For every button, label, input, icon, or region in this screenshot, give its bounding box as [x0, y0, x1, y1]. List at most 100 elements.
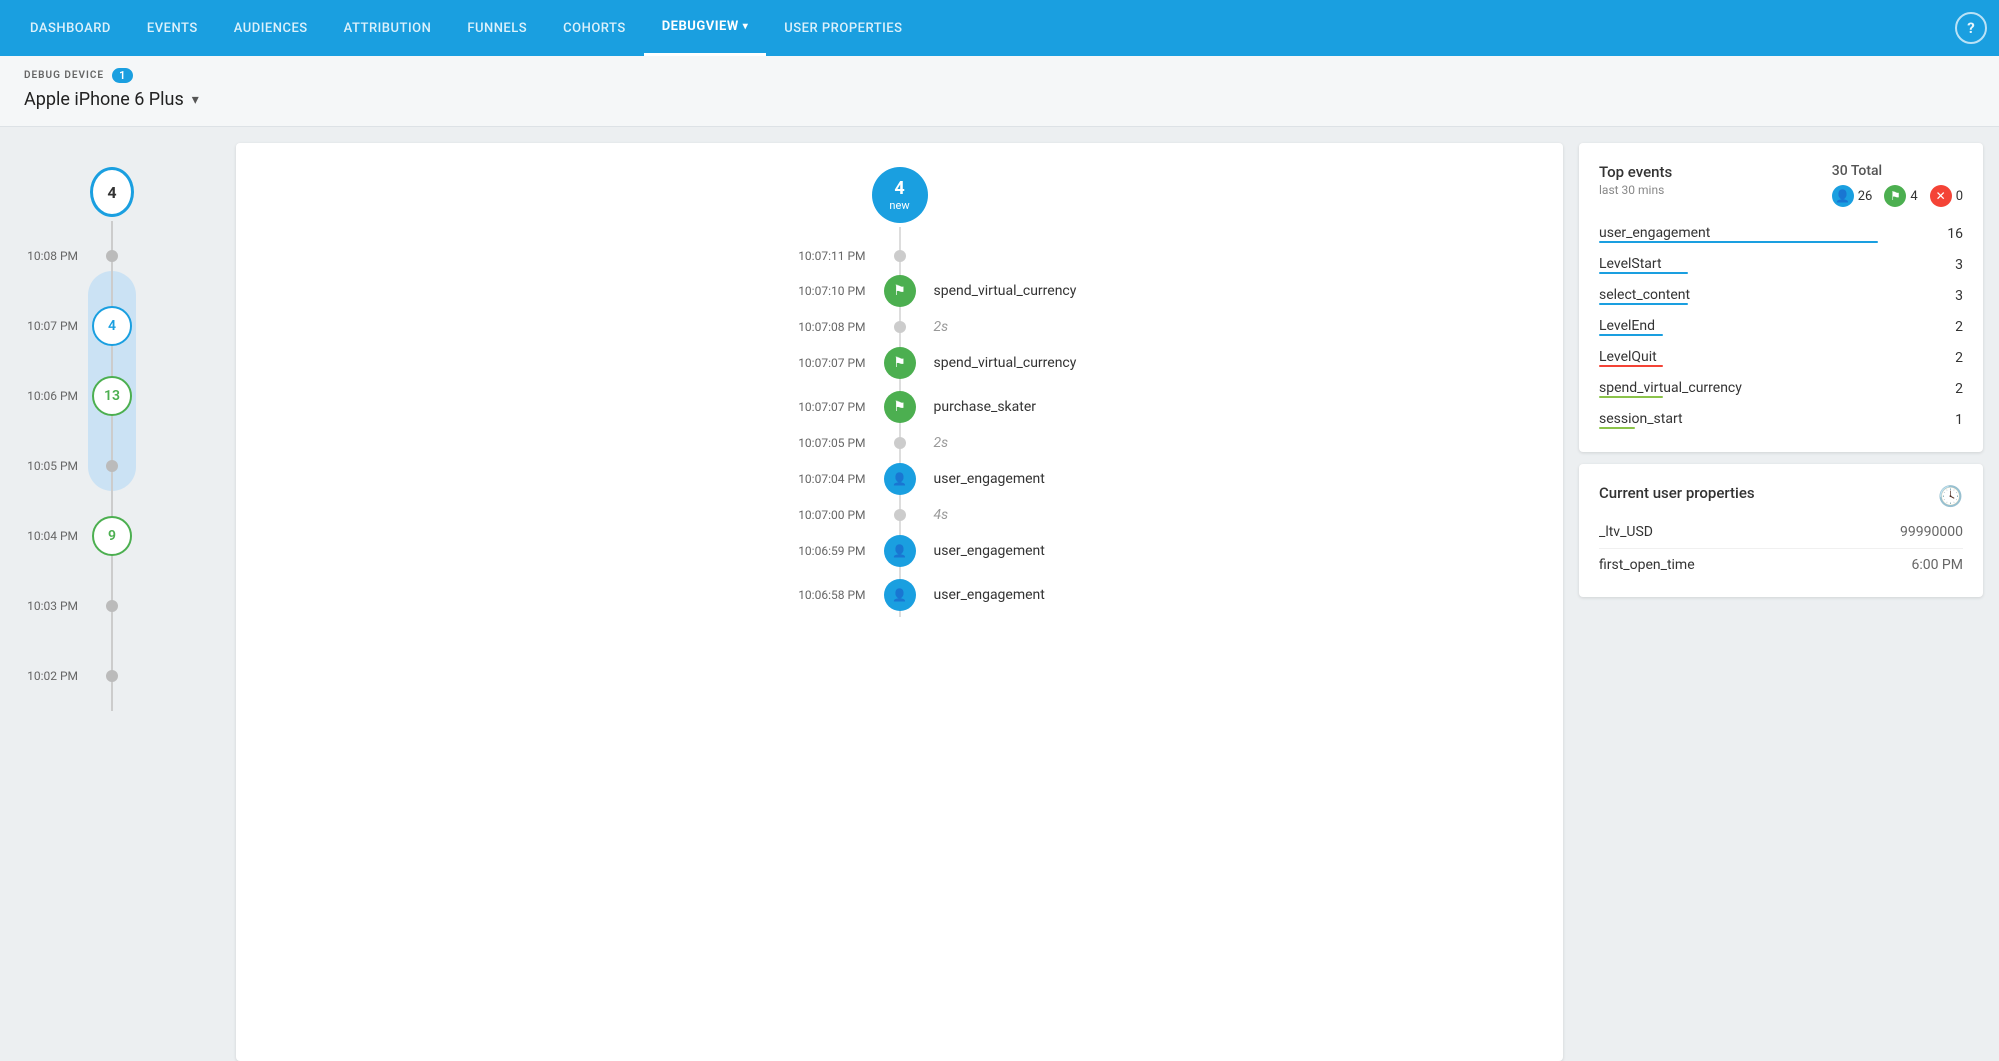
stat-row-1[interactable]: LevelStart 3 [1599, 250, 1963, 281]
nav-item-debugview[interactable]: DEBUGVIEW ▾ [644, 0, 767, 56]
timeline-dot-1003 [106, 600, 118, 612]
timeline-row-1005[interactable]: 10:05 PM [0, 431, 220, 501]
event-name-6: user_engagement [918, 471, 1540, 487]
stat-name-4: LevelQuit [1599, 349, 1955, 367]
event-row-3[interactable]: 10:07:07 PM ⚑ spend_virtual_currency [260, 341, 1539, 385]
event-name-4: purchase_skater [918, 399, 1540, 415]
nav-item-user-properties[interactable]: USER PROPERTIES [766, 0, 920, 56]
timeline-node-1008 [90, 250, 134, 262]
stat-count-2: 3 [1955, 288, 1963, 304]
event-icon-wrap-1: ⚑ [882, 275, 918, 307]
time-label-1007: 10:07 PM [0, 319, 90, 333]
event-time-4: 10:07:07 PM [260, 400, 882, 414]
event-dot-5 [894, 437, 906, 449]
red-count: ✕ 0 [1930, 185, 1963, 207]
user-properties-card: Current user properties 🕓 _ltv_USD 99990… [1579, 464, 1983, 597]
nav-item-audiences[interactable]: AUDIENCES [216, 0, 326, 56]
stat-bar-2 [1599, 303, 1688, 305]
stat-count-1: 3 [1955, 257, 1963, 273]
event-gap-7: 4s [918, 507, 1540, 523]
event-row-8[interactable]: 10:06:59 PM 👤 user_engagement [260, 529, 1539, 573]
device-name: Apple iPhone 6 Plus [24, 89, 184, 110]
event-panel: 4 new 10:07:11 PM 10:07:10 PM ⚑ [236, 143, 1563, 1061]
event-row-1[interactable]: 10:07:10 PM ⚑ spend_virtual_currency [260, 269, 1539, 313]
event-time-5: 10:07:05 PM [260, 436, 882, 450]
stat-bar-3 [1599, 334, 1663, 336]
stat-row-6[interactable]: session_start 1 [1599, 405, 1963, 436]
subheader: DEBUG DEVICE 1 Apple iPhone 6 Plus ▾ [0, 56, 1999, 127]
event-stat-list: user_engagement 16 LevelStart 3 [1599, 219, 1963, 436]
prop-name-0: _ltv_USD [1599, 524, 1653, 540]
timeline-dot-1002 [106, 670, 118, 682]
nav-item-cohorts[interactable]: COHORTS [545, 0, 644, 56]
red-count-icon: ✕ [1930, 185, 1952, 207]
event-time-6: 10:07:04 PM [260, 472, 882, 486]
event-row-4[interactable]: 10:07:07 PM ⚑ purchase_skater [260, 385, 1539, 429]
event-icon-wrap-9: 👤 [882, 579, 918, 611]
timeline-row-1006[interactable]: 10:06 PM 13 [0, 361, 220, 431]
event-icon-wrap-6: 👤 [882, 463, 918, 495]
stat-count-0: 16 [1947, 226, 1963, 242]
top-events-right: 30 Total 👤 26 ⚑ 4 ✕ 0 [1832, 163, 1963, 207]
nav-item-events[interactable]: EVENTS [129, 0, 216, 56]
stat-name-6: session_start [1599, 411, 1955, 429]
right-panel: Top events last 30 mins 30 Total 👤 26 ⚑ … [1579, 143, 1999, 1061]
event-icon-wrap-8: 👤 [882, 535, 918, 567]
debugview-dropdown-arrow: ▾ [743, 21, 749, 32]
stat-count-4: 2 [1955, 350, 1963, 366]
event-name-9: user_engagement [918, 587, 1540, 603]
nav-item-funnels[interactable]: FUNNELS [449, 0, 545, 56]
new-events-badge: 4 new [872, 167, 928, 223]
event-time-8: 10:06:59 PM [260, 544, 882, 558]
timeline-circle-1006: 13 [92, 376, 132, 416]
timeline-node-1007: 4 [90, 306, 134, 346]
event-dot-2 [894, 321, 906, 333]
event-row-2: 10:07:08 PM 2s [260, 313, 1539, 341]
stat-row-3[interactable]: LevelEnd 2 [1599, 312, 1963, 343]
event-dot-0 [894, 250, 906, 262]
event-row-6[interactable]: 10:07:04 PM 👤 user_engagement [260, 457, 1539, 501]
timeline-node-1004: 9 [90, 516, 134, 556]
event-panel-inner: 4 new 10:07:11 PM 10:07:10 PM ⚑ [236, 143, 1563, 1061]
timeline-row-1007[interactable]: 10:07 PM 4 [0, 291, 220, 361]
prop-value-1: 6:00 PM [1911, 557, 1963, 573]
timeline-row-1003[interactable]: 10:03 PM [0, 571, 220, 641]
history-icon[interactable]: 🕓 [1938, 484, 1963, 508]
event-time-9: 10:06:58 PM [260, 588, 882, 602]
top-events-total: 30 Total [1832, 163, 1963, 179]
timeline-row-1002[interactable]: 10:02 PM [0, 641, 220, 711]
prop-value-0: 99990000 [1900, 524, 1963, 540]
prop-row-0[interactable]: _ltv_USD 99990000 [1599, 516, 1963, 549]
user-properties-header: Current user properties 🕓 [1599, 484, 1963, 508]
timeline-node-1005 [90, 460, 134, 472]
stat-bar-5 [1599, 396, 1663, 398]
event-icon-4: ⚑ [884, 391, 916, 423]
stat-row-2[interactable]: select_content 3 [1599, 281, 1963, 312]
help-button[interactable]: ? [1955, 12, 1987, 44]
stat-bar-0 [1599, 241, 1878, 243]
stat-row-5[interactable]: spend_virtual_currency 2 [1599, 374, 1963, 405]
timeline-row-1008[interactable]: 10:08 PM [0, 221, 220, 291]
stat-name-0: user_engagement [1599, 225, 1947, 243]
stat-row-4[interactable]: LevelQuit 2 [1599, 343, 1963, 374]
icon-counts: 👤 26 ⚑ 4 ✕ 0 [1832, 185, 1963, 207]
nav-item-dashboard[interactable]: DASHBOARD [12, 0, 129, 56]
timeline-node-1006: 13 [90, 376, 134, 416]
user-properties-title: Current user properties [1599, 484, 1755, 502]
green-count-icon: ⚑ [1884, 185, 1906, 207]
event-icon-6: 👤 [884, 463, 916, 495]
device-selector[interactable]: Apple iPhone 6 Plus ▾ [24, 89, 1975, 110]
event-icon-wrap-3: ⚑ [882, 347, 918, 379]
stat-row-0[interactable]: user_engagement 16 [1599, 219, 1963, 250]
prop-row-1[interactable]: first_open_time 6:00 PM [1599, 549, 1963, 581]
prop-name-1: first_open_time [1599, 557, 1695, 573]
stat-name-1: LevelStart [1599, 256, 1955, 274]
event-name-3: spend_virtual_currency [918, 355, 1540, 371]
timeline-sidebar: 4 10:08 PM [0, 143, 220, 1061]
event-row-9[interactable]: 10:06:58 PM 👤 user_engagement [260, 573, 1539, 617]
nav-item-attribution[interactable]: ATTRIBUTION [326, 0, 450, 56]
event-icon-wrap-5 [882, 437, 918, 449]
timeline-row-1004[interactable]: 10:04 PM 9 [0, 501, 220, 571]
event-row-0[interactable]: 10:07:11 PM [260, 243, 1539, 269]
device-dropdown-arrow: ▾ [192, 92, 199, 108]
